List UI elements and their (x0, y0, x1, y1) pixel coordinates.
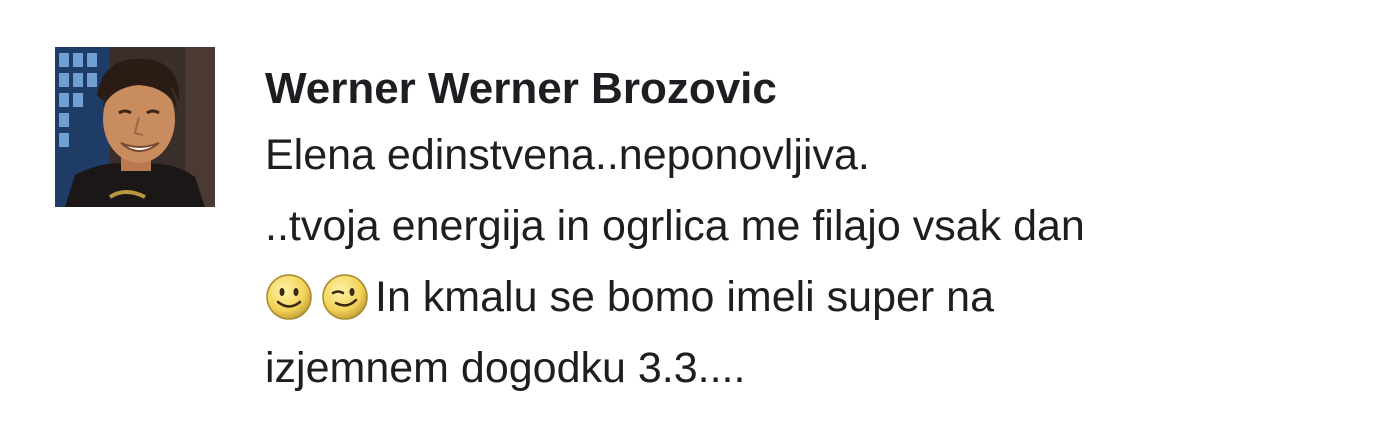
avatar[interactable] (55, 47, 215, 207)
comment-line: Elena edinstvena..neponovljiva. (265, 131, 870, 179)
comment-line: ..tvoja energija in ogrlica me filajo vs… (265, 202, 1085, 250)
comment-line-with-emojis: In kmalu se bomo imeli super na (265, 262, 1365, 333)
avatar-photo-icon (55, 47, 215, 207)
comment-line: izjemnem dogodku 3.3.... (265, 344, 746, 392)
smile-emoji-icon (265, 273, 313, 321)
wink-emoji-icon (321, 273, 369, 321)
comment-author-name[interactable]: Werner Werner Brozovic (265, 58, 1365, 120)
comment-content: Werner Werner Brozovic Elena edinstvena.… (265, 58, 1365, 404)
comment: Werner Werner Brozovic Elena edinstvena.… (0, 0, 1379, 430)
comment-line-text: In kmalu se bomo imeli super na (375, 273, 995, 321)
comment-body: Elena edinstvena..neponovljiva. ..tvoja … (265, 120, 1365, 404)
